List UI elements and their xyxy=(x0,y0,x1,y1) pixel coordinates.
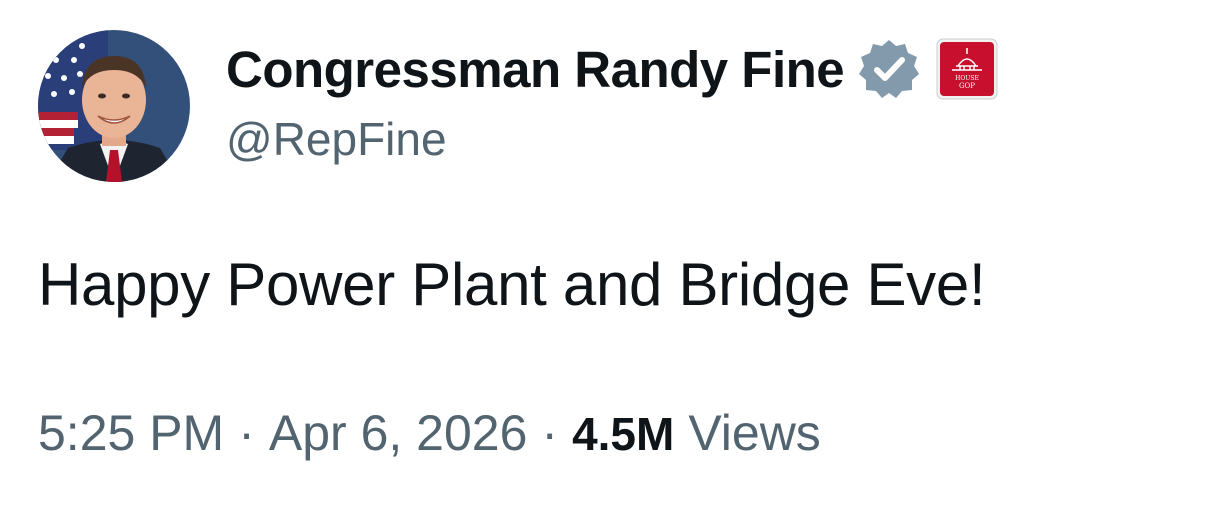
house-gop-badge-icon[interactable]: HOUSE GOP xyxy=(936,38,998,100)
tweet-time[interactable]: 5:25 PM xyxy=(38,404,224,462)
avatar[interactable] xyxy=(38,30,190,182)
views-label: Views xyxy=(688,405,821,461)
user-handle[interactable]: @RepFine xyxy=(226,112,1206,166)
svg-text:HOUSE: HOUSE xyxy=(955,75,979,82)
tweet-header: Congressman Randy Fine HOUSE GOP @RepFin… xyxy=(226,38,1206,166)
tweet-date[interactable]: Apr 6, 2026 xyxy=(269,404,528,462)
name-row: Congressman Randy Fine HOUSE GOP xyxy=(226,38,1206,100)
meta-separator: · xyxy=(541,405,559,461)
display-name[interactable]: Congressman Randy Fine xyxy=(226,40,845,99)
profile-photo-icon xyxy=(38,30,190,182)
views-count[interactable]: 4.5M xyxy=(572,407,674,461)
meta-separator: · xyxy=(238,405,255,461)
tweet-card: Congressman Randy Fine HOUSE GOP @RepFin… xyxy=(0,0,1206,516)
tweet-text: Happy Power Plant and Bridge Eve! xyxy=(38,251,986,318)
svg-text:GOP: GOP xyxy=(959,82,975,90)
verified-badge-icon[interactable] xyxy=(856,36,922,102)
tweet-meta: 5:25 PM · Apr 6, 2026 · 4.5M Views xyxy=(38,404,821,462)
